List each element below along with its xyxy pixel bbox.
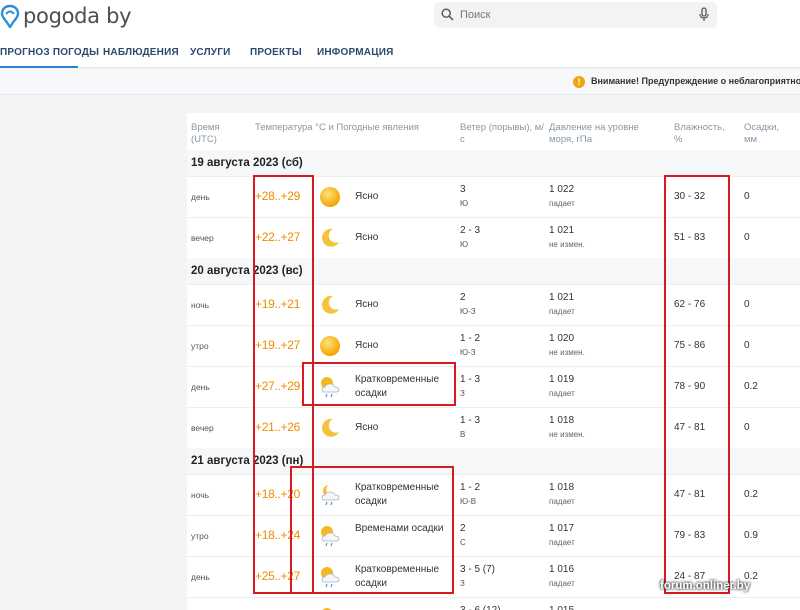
forecast-table: Время (UTC) Температура °С и Погодные яв… — [187, 113, 800, 153]
logo-text: pogoda by — [23, 4, 132, 28]
pressure-trend: не измен. — [549, 348, 585, 357]
period-label: вечер — [191, 423, 214, 433]
pressure-value: 1 015 — [549, 605, 574, 610]
weather-description: Ясно — [355, 340, 379, 351]
pressure-trend: падает — [549, 579, 575, 588]
pressure-value: 1 017 — [549, 523, 575, 534]
wind-direction: Ю-З — [460, 307, 476, 316]
wind-direction: В — [460, 430, 466, 439]
wind-direction: Ю-З — [460, 348, 476, 357]
precip-value: 0 — [744, 422, 750, 433]
wind-speed: 1 - 2 — [460, 482, 481, 493]
pressure-trend: падает — [549, 538, 575, 547]
wind-speed: 3 - 6 (12) — [460, 605, 501, 610]
pressure-value: 1 022 — [549, 184, 575, 195]
precip-value: 0.2 — [744, 489, 758, 500]
wind-speed: 2 - 3 — [460, 225, 481, 236]
watermark: forum.onliner.by — [660, 580, 751, 592]
logo-drop-icon — [0, 4, 20, 28]
col-precip: Осадки, мм — [744, 122, 780, 145]
precip-value: 0.2 — [744, 381, 758, 392]
period-label: ночь — [191, 490, 210, 500]
pressure-value: 1 018 — [549, 415, 575, 426]
pressure-trend: не измен. — [549, 240, 585, 249]
wind-speed: 3 - 5 (7) — [460, 564, 496, 575]
wind-direction: С — [460, 538, 466, 547]
microphone-icon[interactable] — [699, 7, 709, 22]
period-label: утро — [191, 531, 209, 541]
logo[interactable]: pogoda by — [0, 4, 132, 28]
pressure-trend: падает — [549, 389, 575, 398]
site-header: pogoda by — [0, 0, 800, 38]
warning-text[interactable]: Внимание! Предупреждение о неблагоприятн… — [591, 76, 800, 86]
search-box[interactable] — [434, 2, 717, 28]
wind-direction: Ю — [460, 199, 469, 208]
weather-description: Ясно — [355, 422, 379, 433]
wind-direction: З — [460, 389, 465, 398]
period-label: ночь — [191, 300, 210, 310]
weather-description: Ясно — [355, 299, 379, 310]
pressure-value: 1 019 — [549, 374, 575, 385]
pressure-value: 1 021 — [549, 292, 575, 303]
moon-icon — [318, 416, 342, 440]
wind-direction: З — [460, 579, 465, 588]
pressure-trend: падает — [549, 199, 575, 208]
col-humidity: Влажность, % — [674, 122, 725, 145]
pressure-trend: падает — [549, 497, 575, 506]
precip-value: 0 — [744, 232, 750, 243]
forecast-row: 3 - 6 (12) 1 015 — [187, 597, 800, 610]
wind-speed: 1 - 3 — [460, 415, 481, 426]
col-wind: Ветер (порывы), м/с — [460, 122, 544, 145]
period-label: день — [191, 382, 210, 392]
precip-value: 0 — [744, 191, 750, 202]
col-temp-weather: Температура °С и Погодные явления — [255, 122, 419, 133]
col-pressure: Давление на уровне моря, гПа — [549, 122, 639, 145]
wind-speed: 1 - 2 — [460, 333, 481, 344]
wind-direction: Ю-В — [460, 497, 477, 506]
period-label: день — [191, 192, 210, 202]
active-tab-indicator — [0, 66, 78, 68]
search-input[interactable] — [460, 5, 680, 25]
period-label: утро — [191, 341, 209, 351]
precip-value: 0 — [744, 299, 750, 310]
nav-observations[interactable]: НАБЛЮДЕНИЯ — [103, 47, 179, 58]
nav-information[interactable]: ИНФОРМАЦИЯ — [317, 47, 394, 58]
weather-description: Ясно — [355, 191, 379, 202]
precip-value: 0.9 — [744, 530, 758, 541]
wind-speed: 2 — [460, 292, 466, 303]
weather-description: Ясно — [355, 232, 379, 243]
search-icon — [441, 8, 454, 21]
pressure-value: 1 020 — [549, 333, 575, 344]
annotation-box-showers-aug21 — [290, 466, 454, 594]
pressure-trend: не измен. — [549, 430, 585, 439]
col-time: Время (UTC) — [191, 122, 220, 145]
precip-value: 0 — [744, 340, 750, 351]
nav-projects[interactable]: ПРОЕКТЫ — [250, 47, 302, 58]
wind-speed: 3 — [460, 184, 466, 195]
pressure-value: 1 021 — [549, 225, 575, 236]
annotation-box-humidity — [664, 175, 730, 594]
pressure-trend: падает — [549, 307, 575, 316]
date-row: 19 августа 2023 (сб) — [187, 150, 800, 176]
period-label: вечер — [191, 233, 214, 243]
wind-speed: 2 — [460, 523, 466, 534]
nav-services[interactable]: УСЛУГИ — [190, 47, 231, 58]
warning-icon: ! — [573, 76, 585, 88]
main-nav: ПРОГНОЗ ПОГОДЫ НАБЛЮДЕНИЯ УСЛУГИ ПРОЕКТЫ… — [0, 38, 800, 68]
wind-speed: 1 - 3 — [460, 374, 481, 385]
sun-icon — [318, 334, 342, 358]
warning-banner[interactable]: ! Внимание! Предупреждение о неблагоприя… — [0, 69, 800, 95]
sun-icon — [318, 185, 342, 209]
period-label: день — [191, 572, 210, 582]
pressure-value: 1 016 — [549, 564, 575, 575]
nav-forecast[interactable]: ПРОГНОЗ ПОГОДЫ — [0, 47, 99, 58]
moon-icon — [318, 293, 342, 317]
date-label: 19 августа 2023 (сб) — [191, 157, 303, 169]
sun-cloud-rain-icon — [318, 606, 342, 610]
moon-icon — [318, 226, 342, 250]
annotation-box-showers-aug20 — [302, 362, 456, 406]
wind-direction: Ю — [460, 240, 469, 249]
pressure-value: 1 018 — [549, 482, 575, 493]
